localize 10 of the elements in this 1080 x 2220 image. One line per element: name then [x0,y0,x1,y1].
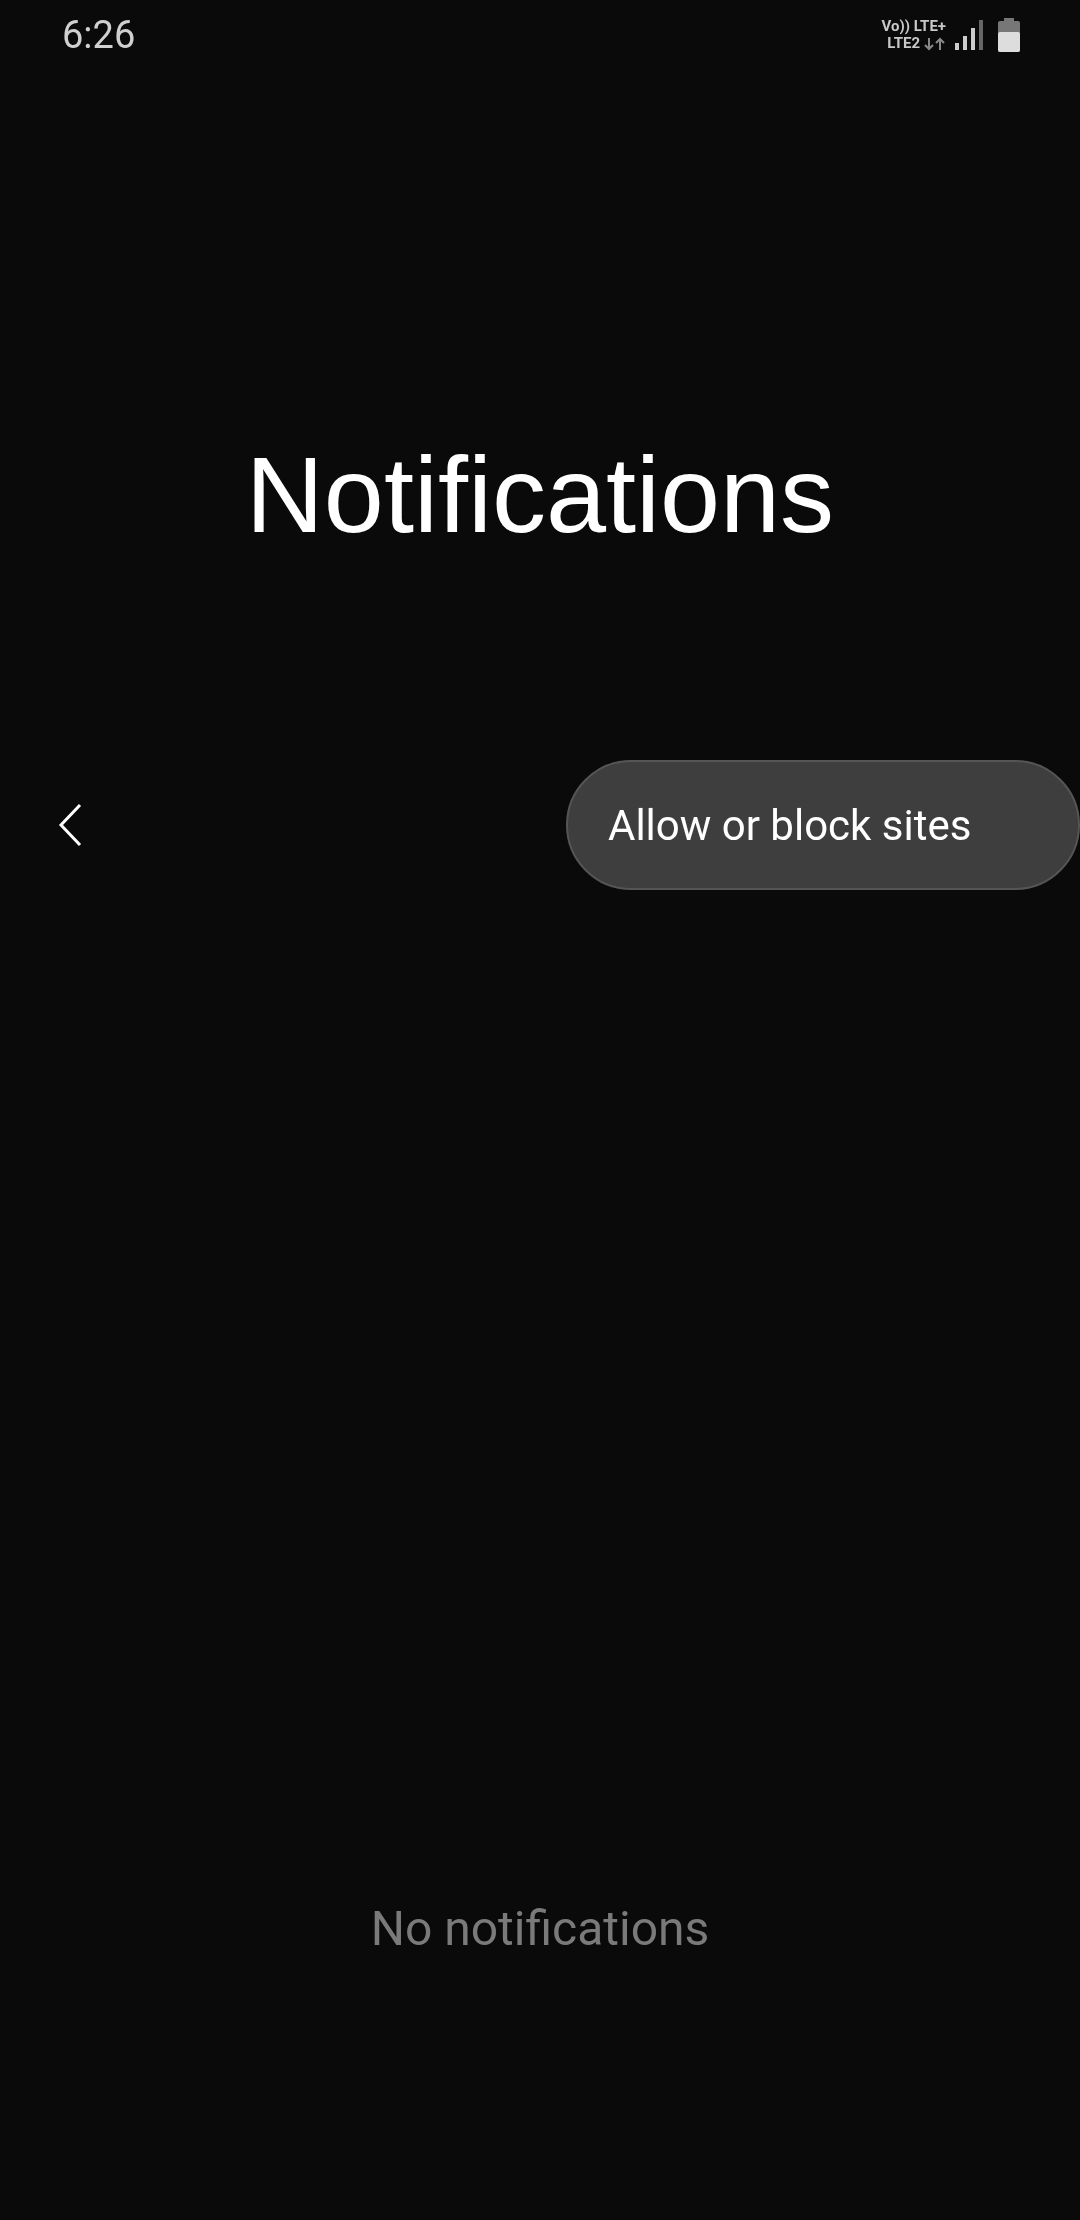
data-arrows-icon [924,36,946,51]
back-icon[interactable] [58,803,84,847]
network-label: LTE2 [887,35,920,52]
signal-icon [954,19,986,51]
network-label: Vo)) LTE+ [881,18,946,35]
battery-icon [998,18,1020,52]
page-title: Notifications [244,433,836,557]
empty-message: No notifications [369,1900,711,1957]
status-time: 6:26 [62,13,136,57]
allow-block-sites-button[interactable]: Allow or block sites [566,760,1080,890]
